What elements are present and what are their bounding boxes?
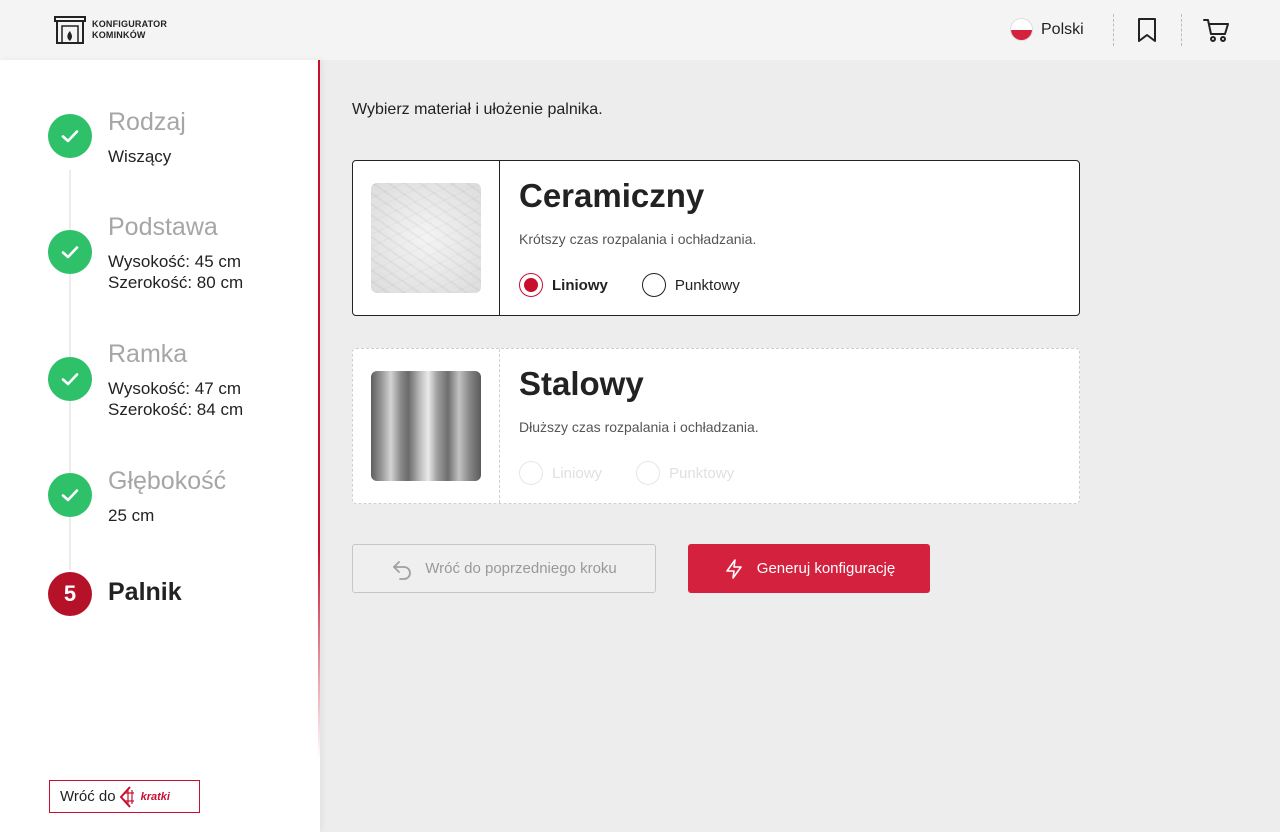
option-card-ceramiczny[interactable]: Ceramiczny Krótszy czas rozpalania i och…	[352, 160, 1080, 316]
step-detail: Szerokość: 80 cm	[108, 273, 244, 292]
burner-layout-radio-group: Liniowy Punktowy	[519, 273, 740, 297]
back-to-kratki-button[interactable]: Wróć do kratki	[49, 780, 200, 813]
language-label: Polski	[1041, 20, 1084, 38]
radio-unchecked-icon	[636, 461, 661, 485]
radio-liniowy[interactable]: Liniowy	[519, 461, 602, 485]
step-title: Ramka	[108, 340, 188, 368]
instruction-text: Wybierz materiał i ułożenie palnika.	[352, 101, 603, 118]
kratki-logo: kratki	[119, 785, 170, 808]
step-title: Podstawa	[108, 213, 218, 241]
step-detail: Wysokość: 47 cm	[108, 379, 242, 398]
option-description: Dłuższy czas rozpalania i ochładzania.	[519, 419, 759, 435]
radio-label: Punktowy	[674, 276, 740, 294]
logo[interactable]: KONFIGURATOR KOMINKÓW	[54, 15, 167, 45]
radio-punktowy[interactable]: Punktowy	[636, 461, 734, 485]
step-detail: Wysokość: 45 cm	[108, 252, 242, 271]
card-divider	[499, 349, 500, 503]
poland-flag-icon	[1010, 18, 1033, 41]
radio-label: Liniowy	[552, 464, 603, 482]
check-icon	[48, 114, 92, 158]
steel-material-swatch	[371, 371, 481, 481]
radio-unchecked-icon	[519, 461, 543, 485]
sidebar-edge	[318, 60, 320, 760]
option-description: Krótszy czas rozpalania i ochładzania.	[519, 231, 757, 247]
option-card-stalowy[interactable]: Stalowy Dłuższy czas rozpalania i ochład…	[352, 348, 1080, 504]
radio-punktowy[interactable]: Punktowy	[641, 273, 740, 297]
radio-label: Punktowy	[669, 464, 735, 482]
step-title: Głębokość	[108, 467, 227, 495]
radio-liniowy[interactable]: Liniowy	[519, 273, 608, 297]
generate-configuration-button[interactable]: Generuj konfigurację	[688, 544, 930, 593]
lightning-icon	[725, 558, 742, 579]
radio-label: Liniowy	[552, 276, 608, 294]
step-detail: Szerokość: 84 cm	[108, 400, 244, 419]
kratki-logo-icon	[119, 785, 134, 808]
header: KONFIGURATOR KOMINKÓW Polski	[0, 0, 1280, 60]
step-title: Palnik	[108, 578, 182, 606]
burner-layout-radio-group: Liniowy Punktowy	[519, 461, 734, 485]
header-separator	[1113, 14, 1114, 46]
option-title: Stalowy	[519, 365, 644, 402]
previous-step-label: Wróć do poprzedniego kroku	[425, 560, 617, 577]
radio-checked-icon	[519, 273, 543, 297]
fireplace-logo-icon	[54, 16, 86, 44]
step-title: Rodzaj	[108, 108, 186, 136]
step-number-badge: 5	[48, 572, 92, 616]
option-title: Ceramiczny	[519, 177, 705, 214]
cart-icon[interactable]	[1202, 16, 1230, 44]
logo-line2: KOMINKÓW	[92, 30, 146, 40]
header-separator	[1181, 14, 1182, 46]
ceramic-material-swatch	[371, 183, 481, 293]
step-detail: 25 cm	[108, 506, 155, 525]
back-to-kratki-label: Wróć do	[60, 788, 116, 805]
kratki-brand-text: kratki	[140, 790, 170, 803]
radio-unchecked-icon	[641, 273, 666, 297]
language-selector[interactable]: Polski	[1010, 18, 1084, 41]
bookmark-icon[interactable]	[1133, 16, 1161, 44]
undo-arrow-icon	[393, 560, 412, 580]
generate-configuration-label: Generuj konfigurację	[756, 560, 896, 577]
previous-step-button[interactable]: Wróć do poprzedniego kroku	[352, 544, 656, 593]
step-detail: Wiszący	[108, 147, 172, 166]
sidebar	[0, 60, 320, 832]
logo-line1: KONFIGURATOR	[92, 19, 168, 29]
check-icon	[48, 473, 92, 517]
card-divider	[499, 161, 500, 315]
check-icon	[48, 230, 92, 274]
check-icon	[48, 357, 92, 401]
